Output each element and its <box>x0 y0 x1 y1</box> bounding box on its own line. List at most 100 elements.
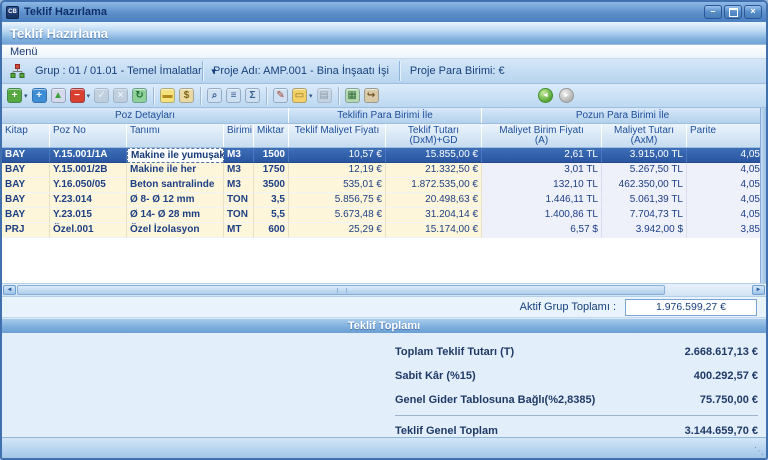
table-cell[interactable]: BAY <box>2 163 50 178</box>
table-cell[interactable]: Özel.001 <box>50 223 127 238</box>
table-cell[interactable]: 4,05 <box>687 163 764 178</box>
table-cell[interactable]: 2,61 TL <box>482 148 602 163</box>
table-cell[interactable]: 15.174,00 € <box>386 223 482 238</box>
scrollbar-thumb[interactable] <box>17 285 665 295</box>
table-cell[interactable]: 5,5 <box>254 208 289 223</box>
column-header[interactable]: Maliyet Birim Fiyatı (A) <box>482 124 602 147</box>
folder-button[interactable]: ▭▾ <box>290 86 315 106</box>
table-cell[interactable]: 535,01 € <box>289 178 386 193</box>
table-cell[interactable]: M3 <box>224 163 254 178</box>
column-header[interactable]: Miktar <box>254 124 289 147</box>
table-cell[interactable]: Y.23.014 <box>50 193 127 208</box>
edit-analysis-button[interactable]: ✎ <box>271 86 290 106</box>
table-cell[interactable]: Y.15.001/1A <box>50 148 127 163</box>
table-row[interactable]: PRJÖzel.001Özel İzolasyonMT60025,29 €15.… <box>2 223 764 238</box>
table-cell[interactable]: BAY <box>2 193 50 208</box>
scroll-right-button[interactable]: ► <box>752 285 765 295</box>
delete-poz-button[interactable]: −▾ <box>68 86 93 106</box>
column-header[interactable]: Tanımı <box>127 124 224 147</box>
table-cell[interactable]: 3.942,00 $ <box>602 223 687 238</box>
table-row[interactable]: BAYY.15.001/1AMakine ile yumuşakM3150010… <box>2 148 764 163</box>
search-poz-button[interactable]: ⌕ <box>205 86 224 106</box>
table-cell[interactable]: 5.673,48 € <box>289 208 386 223</box>
table-cell[interactable]: 5.061,39 TL <box>602 193 687 208</box>
resize-grip-icon[interactable]: ⋱ <box>754 447 764 457</box>
table-row[interactable]: BAYY.16.050/05Beton santralindeM33500535… <box>2 178 764 193</box>
vertical-scrollbar[interactable] <box>760 108 766 283</box>
table-cell[interactable]: Makine ile yumuşak <box>127 148 224 163</box>
refresh-button[interactable]: ↻ <box>130 86 149 106</box>
money-table-button[interactable]: ▦ <box>343 86 362 106</box>
column-header[interactable]: Birimi <box>224 124 254 147</box>
table-cell[interactable]: 3500 <box>254 178 289 193</box>
table-cell[interactable]: Makine ile her <box>127 163 224 178</box>
table-cell[interactable]: PRJ <box>2 223 50 238</box>
sum-button[interactable]: Σ <box>243 86 262 106</box>
table-cell[interactable]: 6,57 $ <box>482 223 602 238</box>
table-cell[interactable]: Ø 8- Ø 12 mm <box>127 193 224 208</box>
group-selector[interactable]: Grup : 01 / 01.01 - Temel İmalatları ▼ <box>2 59 202 83</box>
table-cell[interactable]: MT <box>224 223 254 238</box>
table-cell[interactable]: 20.498,63 € <box>386 193 482 208</box>
column-header[interactable]: Maliyet Tutarı (AxM) <box>602 124 687 147</box>
table-cell[interactable]: Özel İzolasyon <box>127 223 224 238</box>
menu-item-menu[interactable]: Menü <box>10 46 38 58</box>
table-cell[interactable]: 12,19 € <box>289 163 386 178</box>
coins-button[interactable]: $ <box>177 86 196 106</box>
table-cell[interactable]: 1.446,11 TL <box>482 193 602 208</box>
table-row[interactable]: BAYY.23.014Ø 8- Ø 12 mmTON3,55.856,75 €2… <box>2 193 764 208</box>
column-header[interactable]: Kitap <box>2 124 50 147</box>
column-header[interactable]: Poz No <box>50 124 127 147</box>
maximize-button[interactable] <box>724 5 742 19</box>
column-header[interactable]: Teklif Maliyet Fiyatı <box>289 124 386 147</box>
horizontal-scrollbar[interactable]: ◄ ► <box>2 283 766 297</box>
table-cell[interactable]: 1500 <box>254 148 289 163</box>
column-header[interactable]: Parite <box>687 124 764 147</box>
table-cell[interactable]: 462.350,00 TL <box>602 178 687 193</box>
table-row[interactable]: BAYY.15.001/2BMakine ile herM3175012,19 … <box>2 163 764 178</box>
table-cell[interactable]: BAY <box>2 178 50 193</box>
table-cell[interactable]: 600 <box>254 223 289 238</box>
table-cell[interactable]: 1.400,86 TL <box>482 208 602 223</box>
table-row[interactable]: BAYY.23.015Ø 14- Ø 28 mmTON5,55.673,48 €… <box>2 208 764 223</box>
table-cell[interactable]: M3 <box>224 178 254 193</box>
table-cell[interactable]: 3,01 TL <box>482 163 602 178</box>
table-cell[interactable]: TON <box>224 193 254 208</box>
minimize-button[interactable]: – <box>704 5 722 19</box>
nav-back-button[interactable]: ◄ <box>538 88 553 103</box>
table-cell[interactable]: 1750 <box>254 163 289 178</box>
table-cell[interactable]: 5.856,75 € <box>289 193 386 208</box>
table-cell[interactable]: 5.267,50 TL <box>602 163 687 178</box>
table-cell[interactable]: 3,5 <box>254 193 289 208</box>
add-poz-button[interactable]: +▾ <box>5 86 30 106</box>
table-cell[interactable]: Y.16.050/05 <box>50 178 127 193</box>
exit-button[interactable]: ↪ <box>362 86 381 106</box>
tree-view-button[interactable]: ≡ <box>224 86 243 106</box>
table-cell[interactable]: 4,05 <box>687 178 764 193</box>
table-cell[interactable]: Ø 14- Ø 28 mm <box>127 208 224 223</box>
table-cell[interactable]: 4,05 <box>687 193 764 208</box>
table-cell[interactable]: M3 <box>224 148 254 163</box>
table-cell[interactable]: 4,05 <box>687 148 764 163</box>
table-cell[interactable]: 7.704,73 TL <box>602 208 687 223</box>
active-group-total-field[interactable]: 1.976.599,27 € <box>625 299 757 316</box>
table-cell[interactable]: 1.872.535,00 € <box>386 178 482 193</box>
table-cell[interactable]: Y.15.001/2B <box>50 163 127 178</box>
table-cell[interactable]: TON <box>224 208 254 223</box>
column-header[interactable]: Teklif Tutarı (DxM)+GD <box>386 124 482 147</box>
table-cell[interactable]: 3.915,00 TL <box>602 148 687 163</box>
note-button[interactable]: ▬ <box>158 86 177 106</box>
table-cell[interactable]: 10,57 € <box>289 148 386 163</box>
table-cell[interactable]: BAY <box>2 208 50 223</box>
table-cell[interactable]: Beton santralinde <box>127 178 224 193</box>
table-cell[interactable]: 21.332,50 € <box>386 163 482 178</box>
table-cell[interactable]: 3,85 <box>687 223 764 238</box>
add-group-button[interactable]: + <box>30 86 49 106</box>
table-cell[interactable]: 15.855,00 € <box>386 148 482 163</box>
table-cell[interactable]: 4,05 <box>687 208 764 223</box>
table-cell[interactable]: 25,29 € <box>289 223 386 238</box>
close-button[interactable]: × <box>744 5 762 19</box>
import-poz-button[interactable]: ▲ <box>49 86 68 106</box>
scroll-left-button[interactable]: ◄ <box>3 285 16 295</box>
table-cell[interactable]: BAY <box>2 148 50 163</box>
